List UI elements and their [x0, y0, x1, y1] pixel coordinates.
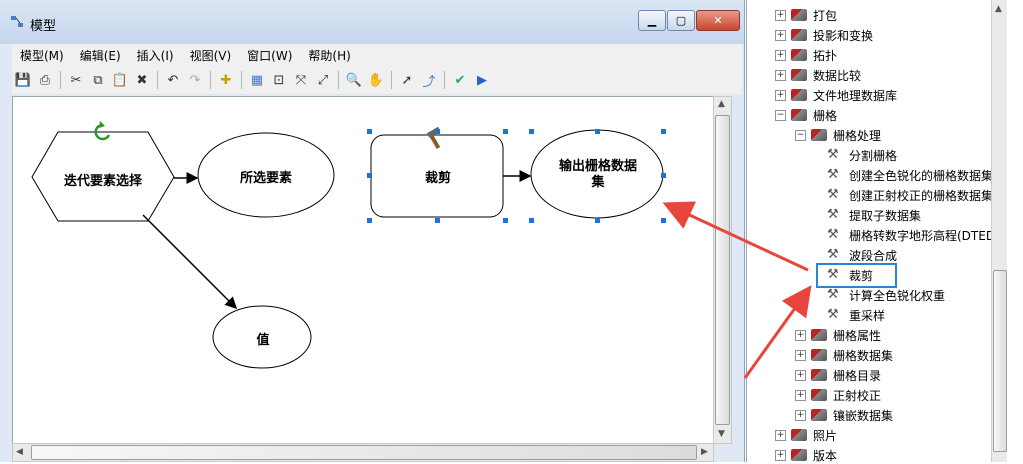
annotation-arrows — [662, 201, 812, 379]
annotation-arrow — [743, 285, 812, 379]
annotation-arrow — [662, 201, 809, 272]
